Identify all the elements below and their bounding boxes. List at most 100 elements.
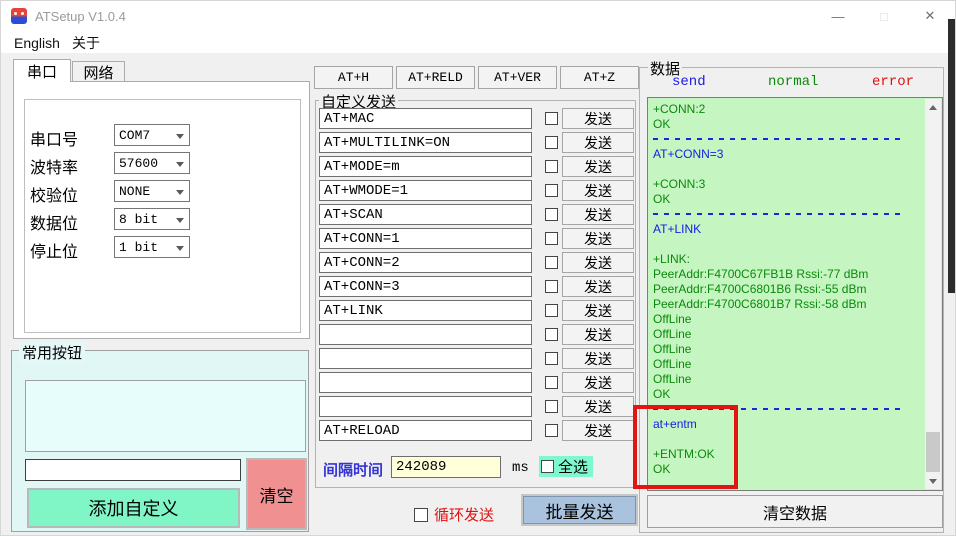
at-command-input[interactable] — [319, 204, 532, 225]
maximize-button[interactable]: □ — [867, 1, 901, 31]
row-checkbox[interactable] — [545, 160, 558, 173]
send-button[interactable]: 发送 — [562, 372, 634, 393]
highlight-annotation-box — [633, 405, 738, 489]
custom-send-row: 发送 — [319, 132, 634, 156]
send-button[interactable]: 发送 — [562, 420, 634, 441]
combobox-value: 57600 — [119, 156, 159, 171]
at-command-input[interactable] — [319, 132, 532, 153]
send-button[interactable]: 发送 — [562, 324, 634, 345]
field-combobox[interactable]: 8 bit — [114, 208, 190, 230]
at-command-input[interactable] — [319, 324, 532, 345]
at-command-input[interactable] — [319, 276, 532, 297]
menu-about[interactable]: 关于 — [72, 33, 100, 52]
quick-command-button[interactable]: AT+Z — [560, 66, 639, 89]
log-line: PeerAddr:F4700C6801B7 Rssi:-58 dBm — [653, 297, 867, 311]
atsetup-window: ATSetup V1.0.4 — □ ✕ English 关于 串口 网络 串口… — [0, 0, 956, 536]
row-checkbox[interactable] — [545, 208, 558, 221]
field-combobox[interactable]: COM7 — [114, 124, 190, 146]
custom-command-input[interactable] — [25, 459, 241, 481]
send-button[interactable]: 发送 — [562, 180, 634, 201]
custom-send-row: 发送 — [319, 228, 634, 252]
send-button[interactable]: 发送 — [562, 396, 634, 417]
custom-send-row: 发送 — [319, 348, 634, 372]
send-button[interactable]: 发送 — [562, 348, 634, 369]
serial-field-row: 校验位 NONE — [30, 180, 200, 205]
quick-command-button[interactable]: AT+RELD — [396, 66, 475, 89]
row-checkbox[interactable] — [545, 184, 558, 197]
field-combobox[interactable]: 1 bit — [114, 236, 190, 258]
at-command-input[interactable] — [319, 372, 532, 393]
row-checkbox[interactable] — [545, 424, 558, 437]
row-checkbox[interactable] — [545, 256, 558, 269]
custom-send-row: 发送 — [319, 276, 634, 300]
quick-command-button[interactable]: AT+H — [314, 66, 393, 89]
scroll-up-icon[interactable] — [925, 99, 941, 115]
interval-input[interactable] — [391, 456, 501, 478]
log-line: AT+CONN=3 — [653, 147, 724, 161]
quick-command-button[interactable]: AT+VER — [478, 66, 557, 89]
combobox-value: 8 bit — [119, 212, 159, 227]
at-command-input[interactable] — [319, 420, 532, 441]
add-custom-button[interactable]: 添加自定义 — [27, 488, 240, 528]
at-command-input[interactable] — [319, 300, 532, 321]
send-button[interactable]: 发送 — [562, 132, 634, 153]
chevron-down-icon — [176, 218, 184, 223]
log-line: OK — [653, 387, 671, 401]
clear-data-button[interactable]: 清空数据 — [647, 495, 943, 528]
send-button[interactable]: 发送 — [562, 276, 634, 297]
custom-send-row: 发送 — [319, 420, 634, 444]
close-button[interactable]: ✕ — [913, 1, 947, 31]
send-button[interactable]: 发送 — [562, 156, 634, 177]
row-checkbox[interactable] — [545, 304, 558, 317]
send-button[interactable]: 发送 — [562, 228, 634, 249]
row-checkbox[interactable] — [545, 136, 558, 149]
scroll-down-icon[interactable] — [925, 473, 941, 489]
at-command-input[interactable] — [319, 348, 532, 369]
row-checkbox[interactable] — [545, 232, 558, 245]
send-button[interactable]: 发送 — [562, 204, 634, 225]
select-all-control: 全选 — [539, 456, 594, 477]
row-checkbox[interactable] — [545, 376, 558, 389]
field-combobox[interactable]: 57600 — [114, 152, 190, 174]
background-window-sliver — [948, 19, 955, 293]
menu-english[interactable]: English — [14, 33, 60, 52]
select-all-label: 全选 — [558, 459, 589, 476]
log-line: OffLine — [653, 357, 692, 371]
at-command-input[interactable] — [319, 180, 532, 201]
row-checkbox[interactable] — [545, 328, 558, 341]
send-button[interactable]: 发送 — [562, 108, 634, 129]
field-label: 串口号 — [30, 132, 79, 149]
select-all-checkbox[interactable] — [541, 460, 554, 473]
log-line: PeerAddr:F4700C67FB1B Rssi:-77 dBm — [653, 267, 869, 281]
minimize-button[interactable]: — — [821, 1, 855, 31]
row-checkbox[interactable] — [545, 280, 558, 293]
field-label: 波特率 — [30, 160, 79, 177]
loop-send-checkbox[interactable] — [414, 507, 428, 522]
title-bar: ATSetup V1.0.4 — □ ✕ — [1, 1, 955, 31]
send-button[interactable]: 发送 — [562, 300, 634, 321]
at-command-input[interactable] — [319, 156, 532, 177]
row-checkbox[interactable] — [545, 352, 558, 365]
row-checkbox[interactable] — [545, 400, 558, 413]
batch-send-button[interactable]: 批量发送 — [521, 494, 638, 526]
quick-command-buttons: AT+H AT+RELD AT+VER AT+Z — [314, 66, 639, 89]
tab-network[interactable]: 网络 — [72, 61, 125, 82]
at-command-input[interactable] — [319, 252, 532, 273]
tab-serial[interactable]: 串口 — [13, 59, 71, 82]
at-command-input[interactable] — [319, 228, 532, 249]
row-checkbox[interactable] — [545, 112, 558, 125]
clear-common-button[interactable]: 清空 — [246, 458, 307, 530]
field-combobox[interactable]: NONE — [114, 180, 190, 202]
at-command-input[interactable] — [319, 396, 532, 417]
at-command-input[interactable] — [319, 108, 532, 129]
scrollbar-thumb[interactable] — [926, 432, 940, 472]
common-buttons-list[interactable] — [25, 380, 306, 452]
send-button[interactable]: 发送 — [562, 252, 634, 273]
log-scrollbar[interactable] — [925, 99, 941, 489]
log-line: OK — [653, 117, 671, 131]
window-title: ATSetup V1.0.4 — [35, 9, 126, 24]
legend-normal: normal — [768, 74, 819, 90]
log-line: AT+LINK — [653, 222, 702, 236]
